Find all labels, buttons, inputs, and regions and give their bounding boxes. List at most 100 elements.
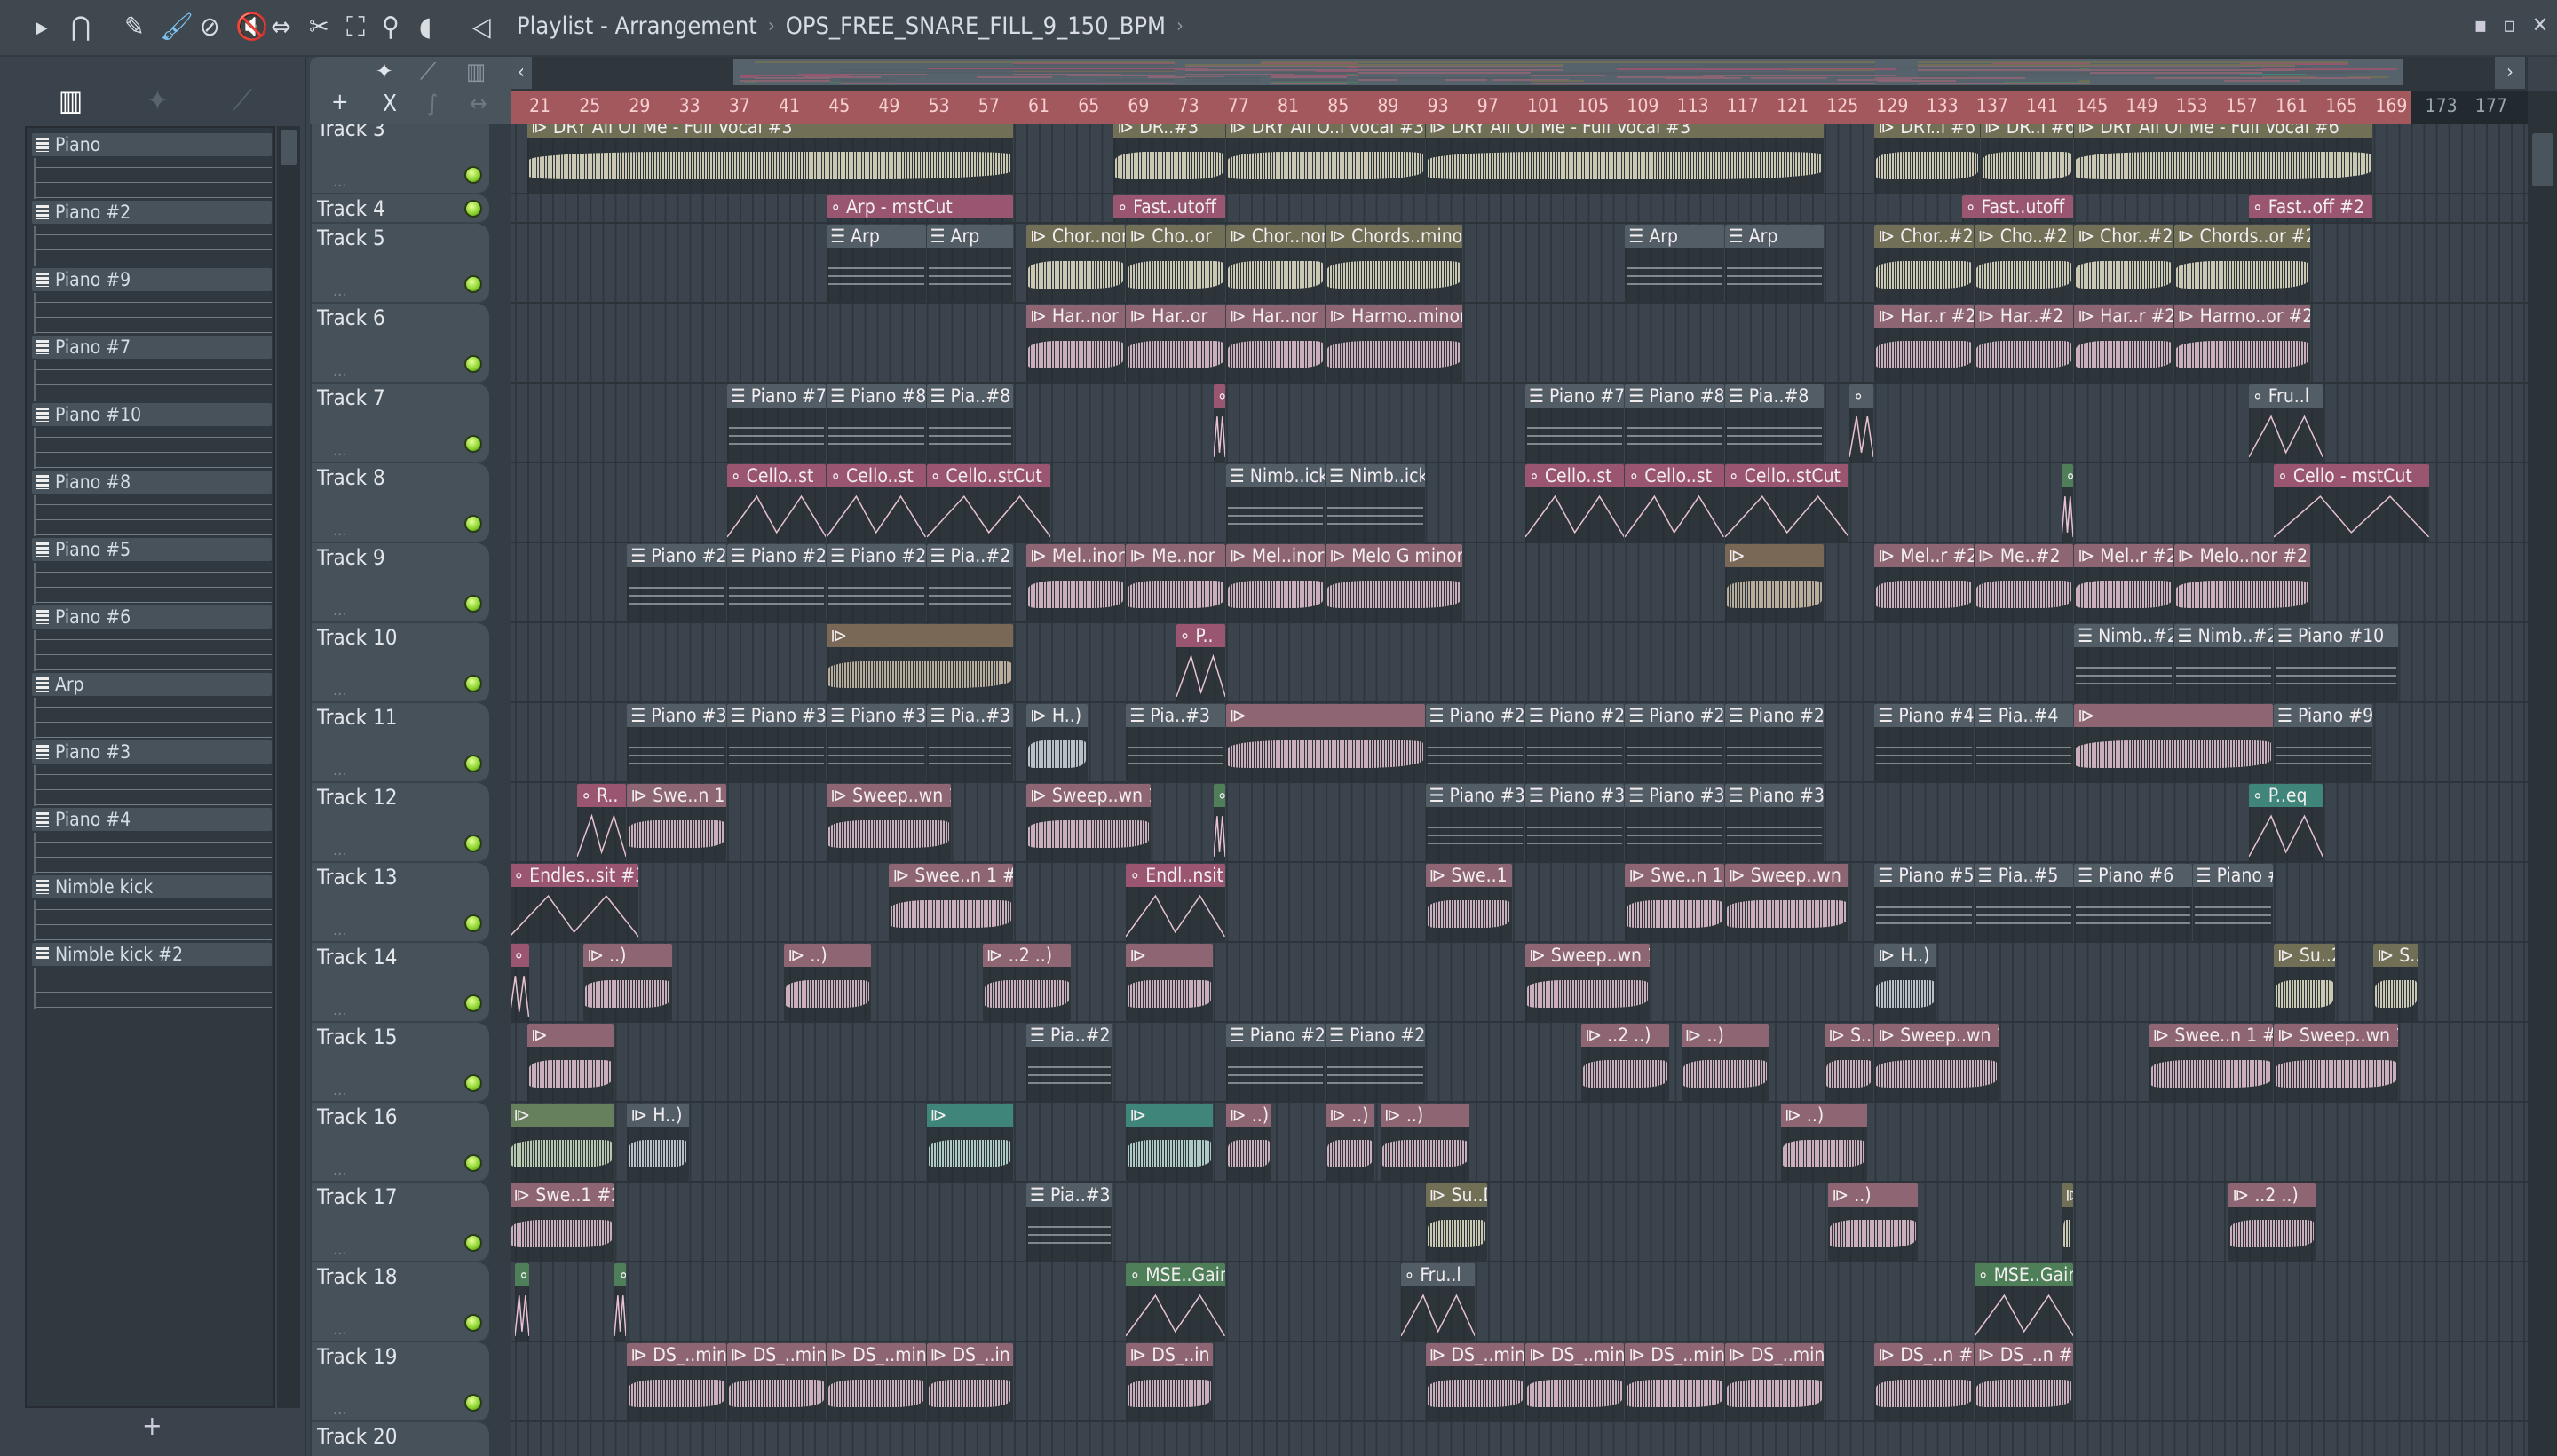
- pattern-clip[interactable]: ☰ Arp: [1625, 225, 1724, 302]
- pattern-clip[interactable]: ☰ Piano #7: [726, 384, 827, 462]
- track-enable-led[interactable]: [464, 994, 482, 1012]
- audio-clip[interactable]: ⧐ DRY All Of Me - Full Vocal #3: [1425, 124, 1825, 193]
- track-header[interactable]: Track 12...: [312, 783, 489, 863]
- pattern-list-item[interactable]: Piano #9: [32, 268, 272, 334]
- audio-clip[interactable]: ⧐ Har..nor: [1026, 305, 1126, 382]
- automation-clip[interactable]: ∘ Cello..st: [827, 464, 926, 542]
- audio-filter-icon[interactable]: ✦: [376, 59, 393, 85]
- pattern-clip[interactable]: ☰ Pia..#2: [1026, 1024, 1113, 1101]
- audio-clip[interactable]: ⧐ Har..nor: [1225, 305, 1326, 382]
- track-header[interactable]: Track 17...: [312, 1183, 489, 1262]
- audio-clip[interactable]: ⧐ Mel..inor: [1225, 544, 1326, 621]
- pattern-clip[interactable]: ☰ Piano #3: [827, 704, 926, 781]
- audio-clip[interactable]: ⧐ ..): [583, 944, 673, 1021]
- automation-clip[interactable]: ∘ Endl..nsit: [1126, 864, 1225, 941]
- automation-clip[interactable]: ∘ R..: [577, 784, 627, 861]
- audio-clip[interactable]: ⧐ Su..2: [2274, 944, 2336, 1021]
- automation-clip[interactable]: ∘ MSE..Gain: [1126, 1263, 1225, 1341]
- automation-clip[interactable]: ∘ Fru..l: [1400, 1263, 1475, 1341]
- audio-clip[interactable]: ⧐ ..): [1781, 1104, 1868, 1181]
- track-header[interactable]: Track 14...: [312, 943, 489, 1023]
- minimize-button[interactable]: ▪: [2474, 12, 2488, 37]
- audio-clip[interactable]: ⧐ DRY..l #6: [1874, 124, 1980, 193]
- pattern-clip[interactable]: ☰ Pia..#4: [1974, 704, 2074, 781]
- curve-icon[interactable]: ∫: [427, 91, 438, 117]
- track-menu-dots[interactable]: ...: [333, 841, 346, 859]
- audio-clip[interactable]: ⧐ Mel..r #2: [1874, 544, 1974, 621]
- audio-clip[interactable]: ⧐: [1126, 944, 1213, 1021]
- audio-clip[interactable]: ⧐ Chor..nor: [1026, 225, 1126, 302]
- pattern-clip[interactable]: ☰ Piano #8: [1625, 384, 1724, 462]
- track-menu-dots[interactable]: ...: [333, 361, 346, 380]
- pattern-clip[interactable]: ☰ Piano #2: [1625, 704, 1724, 781]
- audio-clip[interactable]: ⧐ DS_..min: [827, 1343, 926, 1420]
- audio-clip[interactable]: ⧐ Melo G minor: [1326, 544, 1462, 621]
- pattern-clip[interactable]: ☰ Piano #2: [1724, 704, 1825, 781]
- track-menu-dots[interactable]: ...: [333, 1001, 346, 1019]
- audio-clip[interactable]: ⧐ DS_..min: [726, 1343, 827, 1420]
- pattern-clip[interactable]: ☰ Nimb..ick: [1326, 464, 1425, 542]
- pattern-list-item[interactable]: Piano #5: [32, 538, 272, 604]
- track-enable-led[interactable]: [464, 1154, 482, 1172]
- track-header[interactable]: Track 19...: [312, 1342, 489, 1422]
- audio-clip[interactable]: ⧐ DS_..min: [1525, 1343, 1625, 1420]
- select-icon[interactable]: ⛶: [346, 12, 365, 43]
- audio-clip[interactable]: ⧐ DR..l #6: [1980, 124, 2074, 193]
- pattern-clip[interactable]: ☰ Pia..#3: [926, 704, 1013, 781]
- track-lane[interactable]: ∘ ∘ ∘ MSE..Gain ∘ Fru..l ∘ MSE..Gain: [511, 1262, 2528, 1342]
- pattern-clip[interactable]: ☰ Piano #2: [1225, 1024, 1326, 1101]
- audio-clip[interactable]: ⧐ ..): [1381, 1104, 1470, 1181]
- audio-clip[interactable]: ⧐ Swee..n 1 #2: [889, 864, 1013, 941]
- track-enable-led[interactable]: [464, 355, 482, 373]
- track-menu-dots[interactable]: ...: [333, 441, 346, 460]
- audio-clip[interactable]: ⧐ Cho..#2: [1974, 225, 2074, 302]
- track-enable-led[interactable]: [464, 835, 482, 852]
- track-header[interactable]: Track 10...: [312, 623, 489, 703]
- track-lane[interactable]: ∘ ⧐ ..) ⧐ ..) ⧐ ..2 ..) ⧐ ⧐ Sweep..wn 1 ⧐ H.…: [511, 943, 2528, 1023]
- audio-clip[interactable]: ⧐ DS_..in: [1126, 1343, 1213, 1420]
- audio-clip[interactable]: ⧐: [511, 1104, 614, 1181]
- slice-icon[interactable]: ✂: [309, 12, 329, 43]
- slip-icon[interactable]: ⇔: [271, 12, 291, 43]
- audio-clip[interactable]: ⧐: [926, 1104, 1013, 1181]
- pattern-clip[interactable]: ☰ Piano #2: [1525, 704, 1625, 781]
- pattern-clip[interactable]: ☰ Pia..#3: [1126, 704, 1225, 781]
- breadcrumb-pattern[interactable]: OPS_FREE_SNARE_FILL_9_150_BPM: [786, 12, 1166, 40]
- audio-clip[interactable]: ⧐ Swe..n 1: [627, 784, 726, 861]
- automation-clip[interactable]: ∘: [511, 944, 529, 1021]
- track-enable-led[interactable]: [464, 200, 482, 218]
- add-track-button[interactable]: +: [331, 89, 349, 115]
- audio-clip[interactable]: ⧐ H..): [1874, 944, 1936, 1021]
- pattern-clip[interactable]: ☰ Piano #3: [1425, 784, 1524, 861]
- pattern-clip[interactable]: ☰ Nimb..#2: [2074, 624, 2173, 701]
- delete-track-button[interactable]: X: [383, 91, 397, 117]
- pattern-clip[interactable]: ☰ Arp: [827, 225, 926, 302]
- audio-clip[interactable]: ⧐ Swe..n 1: [1625, 864, 1724, 941]
- track-menu-dots[interactable]: ...: [333, 172, 346, 191]
- pattern-clip[interactable]: ☰ Piano #2: [1326, 1024, 1425, 1101]
- track-lane[interactable]: ⧐ Swe..1 #2☰ Pia..#3⧐ Su..D⧐ ..)⧐ ⧐ ..2 …: [511, 1183, 2528, 1262]
- track-lane[interactable]: ⧐ DRY All Of Me - Full Vocal #3 ⧐ DR..#3 ⧐…: [511, 124, 2528, 194]
- track-enable-led[interactable]: [464, 1074, 482, 1092]
- track-header[interactable]: Track 9...: [312, 543, 489, 623]
- audio-clip[interactable]: ⧐ Melo..nor #2: [2173, 544, 2311, 621]
- audio-clip[interactable]: ⧐ DS_..min: [1724, 1343, 1825, 1420]
- pattern-clip[interactable]: ☰ Piano #6: [2074, 864, 2192, 941]
- audio-clip[interactable]: ⧐ DRY All Of Me - Full Vocal #3: [527, 124, 1013, 193]
- playback-icon[interactable]: ◖: [419, 12, 431, 43]
- track-menu-dots[interactable]: ...: [333, 1320, 346, 1339]
- pattern-list-item[interactable]: Piano #4: [32, 808, 272, 874]
- track-lane[interactable]: ⧐ Har..nor ⧐ Har..or ⧐ Har..nor ⧐ Harmo..mi…: [511, 304, 2528, 384]
- pattern-clip[interactable]: ☰ Piano #3: [1724, 784, 1825, 861]
- track-enable-led[interactable]: [464, 675, 482, 692]
- track-menu-dots[interactable]: ...: [333, 281, 346, 300]
- audio-clip[interactable]: ⧐ DS_..n #2: [1974, 1343, 2074, 1420]
- audio-clip[interactable]: ⧐ ..2 ..): [982, 944, 1071, 1021]
- close-button[interactable]: ✕: [2532, 12, 2548, 37]
- track-enable-led[interactable]: [464, 914, 482, 932]
- audio-clip[interactable]: ⧐: [827, 624, 1013, 701]
- speaker-icon[interactable]: ◁: [472, 12, 491, 43]
- pattern-list-item[interactable]: Piano: [32, 133, 272, 199]
- pattern-clip[interactable]: ☰ Pia..#5: [1974, 864, 2074, 941]
- audio-clip[interactable]: ⧐: [1724, 544, 1825, 621]
